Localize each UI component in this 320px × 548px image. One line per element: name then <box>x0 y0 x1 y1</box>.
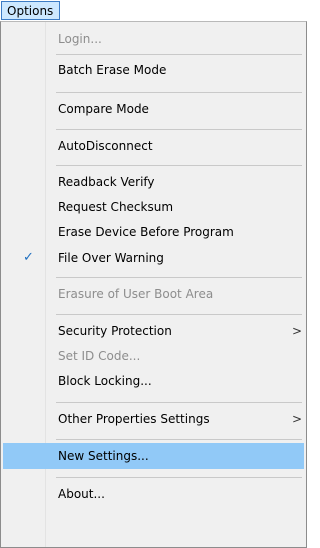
menu-item-batch-erase-mode[interactable]: Batch Erase Mode <box>3 57 304 83</box>
menu-item-label: Compare Mode <box>58 102 149 116</box>
menu-separator <box>56 477 302 478</box>
menu-item-label: Batch Erase Mode <box>58 63 167 77</box>
menu-separator <box>56 314 302 315</box>
menu-separator <box>56 277 302 278</box>
check-icon: ✓ <box>23 250 34 265</box>
menubar: Options <box>0 0 310 22</box>
menu-item-autodisconnect[interactable]: AutoDisconnect <box>3 133 304 159</box>
menu-item-login[interactable]: Login... <box>3 26 304 52</box>
menu-item-label: About... <box>58 487 105 501</box>
submenu-arrow-icon: > <box>292 324 303 338</box>
menu-item-label: Block Locking... <box>58 374 152 388</box>
menu-item-other-properties-settings[interactable]: Other Properties Settings > <box>3 406 304 432</box>
menu-item-label: Erase Device Before Program <box>58 225 234 239</box>
menu-separator <box>56 402 302 403</box>
menu-item-label: Erasure of User Boot Area <box>58 287 214 301</box>
menu-item-label: Request Checksum <box>58 200 174 214</box>
menu-item-erasure-of-user-boot-area[interactable]: Erasure of User Boot Area <box>3 281 304 307</box>
menu-item-new-settings[interactable]: New Settings... <box>3 443 304 469</box>
options-menu[interactable]: Options <box>1 1 61 20</box>
menu-item-erase-device-before-program[interactable]: Erase Device Before Program <box>3 219 304 245</box>
menu-item-label: Set ID Code... <box>58 349 141 363</box>
menu-item-file-over-warning[interactable]: ✓ File Over Warning <box>3 245 304 271</box>
menu-item-label: AutoDisconnect <box>58 139 153 153</box>
menu-item-readback-verify[interactable]: Readback Verify <box>3 169 304 195</box>
menu-item-label: Security Protection <box>58 324 172 338</box>
options-dropdown-menu: Login... Batch Erase Mode Compare Mode A… <box>0 21 307 548</box>
menu-separator <box>56 54 302 55</box>
menu-item-label: Login... <box>58 32 102 46</box>
menu-item-about[interactable]: About... <box>3 481 304 507</box>
menu-item-set-id-code[interactable]: Set ID Code... <box>3 343 304 369</box>
submenu-arrow-icon: > <box>292 412 303 426</box>
menu-separator <box>56 165 302 166</box>
menu-item-label: Other Properties Settings <box>58 412 210 426</box>
menu-separator <box>56 129 302 130</box>
menu-separator <box>56 439 302 440</box>
menu-item-request-checksum[interactable]: Request Checksum <box>3 194 304 220</box>
menu-item-security-protection[interactable]: Security Protection > <box>3 318 304 344</box>
menu-separator <box>56 92 302 93</box>
menu-item-block-locking[interactable]: Block Locking... <box>3 368 304 394</box>
menu-item-label: File Over Warning <box>58 251 164 265</box>
menu-item-compare-mode[interactable]: Compare Mode <box>3 96 304 122</box>
menu-item-label: Readback Verify <box>58 175 155 189</box>
menu-item-label: New Settings... <box>58 449 149 463</box>
